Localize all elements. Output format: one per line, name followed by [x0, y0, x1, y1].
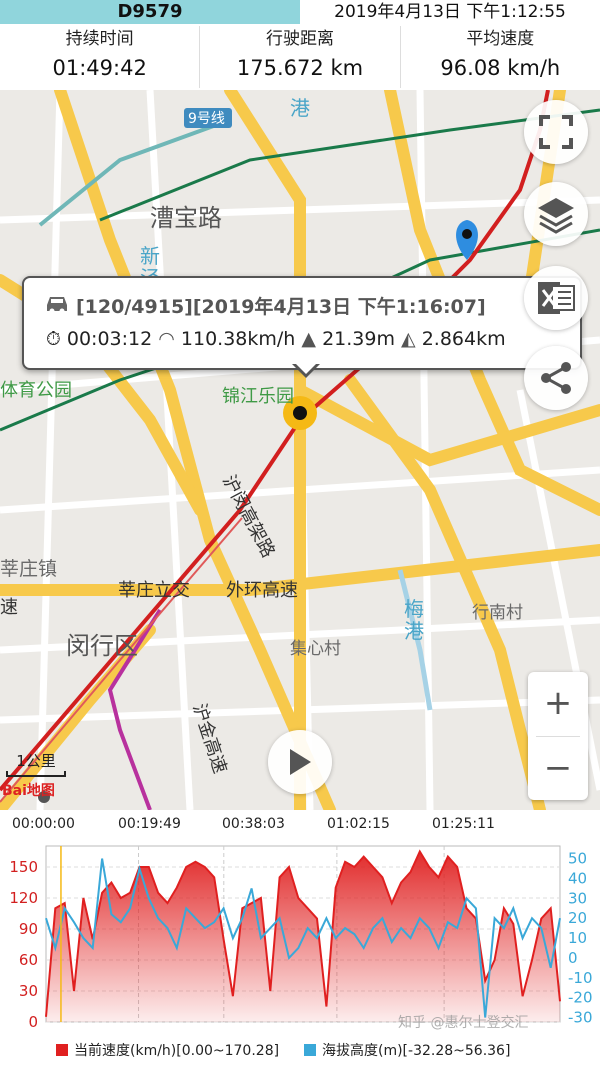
- legend-label-altitude: 海拔高度(m)[-32.28~56.36]: [322, 1043, 511, 1059]
- share-button[interactable]: [524, 346, 588, 410]
- tooltip-speed: 110.38km/h: [180, 328, 296, 350]
- map-view[interactable]: 9号线 漕宝路 新 泾 港 体育公园 锦江乐园 沪闵高架路 莘庄镇 莘庄立交 外…: [0, 90, 600, 810]
- y-right-tick-label: 40: [568, 869, 587, 887]
- stat-label: 平均速度: [466, 29, 535, 49]
- excel-icon: [538, 282, 575, 314]
- map-label-jinjiang: 锦江乐园: [222, 386, 294, 407]
- share-icon: [541, 362, 571, 394]
- stat-value: 175.672 km: [236, 56, 364, 80]
- point-info-tooltip: [120/4915][2019年4月13日 下午1:16:07] ⏱ 00:03…: [22, 276, 582, 378]
- legend-swatch-speed: [56, 1044, 68, 1056]
- map-label-meigang: 梅港: [404, 597, 424, 643]
- map-label-xinzhuang-jct: 莘庄立交: [118, 580, 190, 601]
- stopwatch-icon: ⏱: [46, 328, 61, 350]
- map-label-tiyu: 体育公园: [0, 380, 72, 401]
- baidu-map-logo: Bai地图: [2, 783, 55, 799]
- y-right-tick-label: 50: [568, 850, 587, 868]
- y-right-tick-label: -20: [568, 989, 593, 1007]
- speedometer-icon: ◠: [158, 328, 175, 350]
- tooltip-distance: 2.864km: [421, 328, 506, 350]
- y-right-tick-label: -10: [568, 969, 593, 987]
- y-left-tick-label: 90: [19, 920, 38, 938]
- stat-value: 01:49:42: [52, 56, 147, 80]
- speed-altitude-chart[interactable]: 00:00:00 00:19:49 00:38:03 01:02:15 01:2…: [0, 810, 600, 1067]
- export-excel-button[interactable]: [524, 266, 588, 330]
- metro-line-9-label: 9号线: [188, 111, 225, 127]
- tooltip-point-info: [120/4915][2019年4月13日 下午1:16:07]: [76, 296, 486, 318]
- scale-label: 1公里: [16, 752, 56, 770]
- map-label-waihuan: 外环高速: [226, 580, 298, 601]
- watermark: 知乎 @惠尔士登交汇: [398, 1015, 529, 1031]
- car-icon: [47, 297, 67, 314]
- map-label-gang: 港: [290, 96, 310, 120]
- y-left-tick-label: 30: [19, 982, 38, 1000]
- map-label-xinzhuang-town: 莘庄镇: [0, 558, 58, 580]
- y-right-tick-label: 20: [568, 909, 587, 927]
- road-icon: ◭: [401, 328, 416, 350]
- tooltip-metrics: ⏱ 00:03:12 ◠ 110.38km/h ▲ 21.39m ◭ 2.864…: [46, 328, 506, 350]
- top-bar: D9579 2019年4月13日 下午1:12:55: [0, 0, 600, 24]
- map-layers-button[interactable]: [524, 182, 588, 246]
- map-scale: 1公里: [6, 750, 66, 777]
- current-datetime: 2019年4月13日 下午1:12:55: [334, 2, 566, 22]
- y-left-tick-label: 60: [19, 951, 38, 969]
- train-id: D9579: [0, 0, 300, 24]
- map-label-caobao: 漕宝路: [150, 204, 222, 232]
- map-label-su: 速: [0, 597, 18, 618]
- layers-icon: [538, 198, 574, 234]
- stat-value: 96.08 km/h: [440, 56, 561, 80]
- tooltip-elapsed: 00:03:12: [66, 328, 153, 350]
- mountain-icon: ▲: [301, 328, 317, 350]
- zoom-in-button[interactable]: +: [528, 672, 588, 736]
- legend-label-speed: 当前速度(km/h)[0.00~170.28]: [74, 1043, 280, 1059]
- stat-duration: 持续时间 01:49:42: [0, 26, 201, 88]
- map-label-jixincun: 集心村: [290, 639, 341, 659]
- trip-stats: 持续时间 01:49:42 行驶距离 175.672 km 平均速度 96.08…: [0, 26, 600, 88]
- y-right-tick-label: 0: [568, 949, 578, 967]
- map-base-layer: [0, 90, 600, 810]
- zoom-control: + −: [528, 672, 588, 800]
- y-right-tick-label: -30: [568, 1008, 593, 1026]
- y-left-tick-label: 120: [9, 889, 38, 907]
- map-label-hangnancun: 行南村: [472, 603, 523, 623]
- y-left-tick-label: 0: [28, 1013, 38, 1031]
- chart-plot: 0 30 60 90 120 150 -30-20 -10 0 10 20 30 4050: [9, 845, 593, 1031]
- tooltip-altitude: 21.39m: [322, 328, 395, 350]
- stat-label: 持续时间: [65, 29, 134, 49]
- stat-label: 行驶距离: [265, 29, 334, 49]
- stat-distance: 行驶距离 175.672 km: [200, 26, 401, 88]
- chart-legend: 当前速度(km/h)[0.00~170.28] 海拔高度(m)[-32.28~5…: [0, 1034, 600, 1060]
- fullscreen-icon: [539, 115, 573, 149]
- scale-bar: [6, 771, 66, 777]
- map-label-minhang: 闵行区: [66, 632, 138, 660]
- fullscreen-button[interactable]: [524, 100, 588, 164]
- y-right-tick-label: 30: [568, 889, 587, 907]
- legend-swatch-altitude: [304, 1044, 316, 1056]
- y-left-tick-label: 150: [9, 858, 38, 876]
- y-right-tick-label: 10: [568, 929, 587, 947]
- stat-avg-speed: 平均速度 96.08 km/h: [401, 26, 600, 88]
- zoom-out-button[interactable]: −: [528, 737, 588, 801]
- play-icon: [290, 749, 311, 775]
- play-button[interactable]: [268, 730, 332, 794]
